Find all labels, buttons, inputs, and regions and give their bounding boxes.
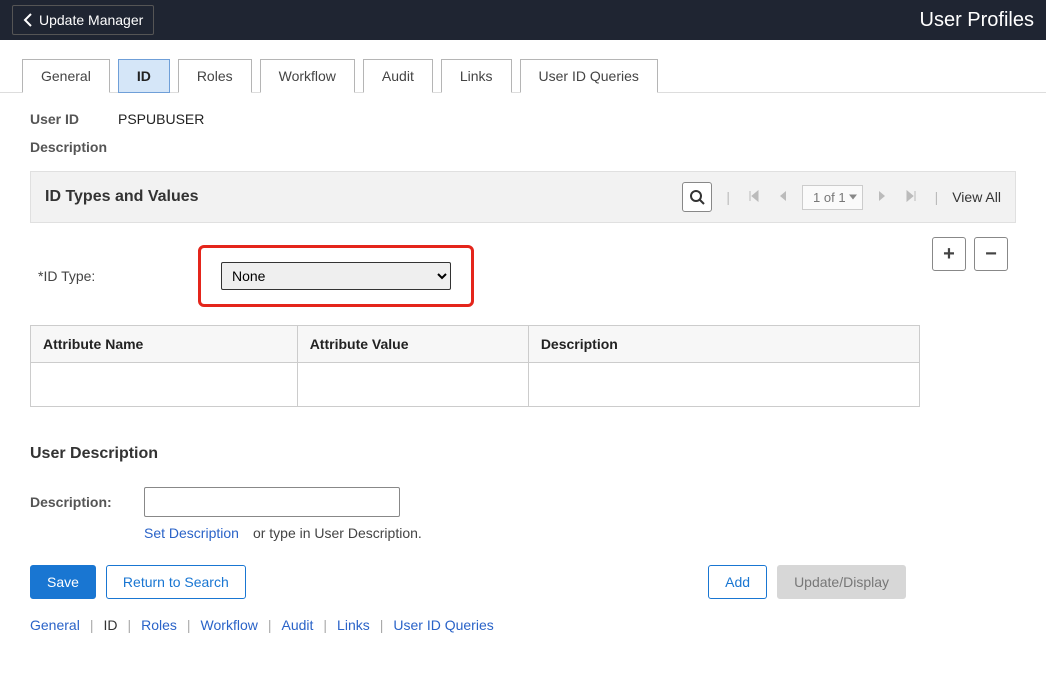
attribute-table: Attribute Name Attribute Value Descripti… (30, 325, 920, 407)
description-input[interactable] (144, 487, 400, 517)
content: User ID PSPUBUSER Description ID Types a… (0, 93, 1046, 651)
id-type-label: *ID Type: (38, 268, 198, 284)
description-helper: or type in User Description. (253, 525, 422, 541)
view-all-link[interactable]: View All (952, 189, 1001, 205)
prev-page-icon[interactable] (774, 189, 792, 205)
remove-row-button[interactable]: − (974, 237, 1008, 271)
tab-roles[interactable]: Roles (178, 59, 252, 93)
cell-attribute-value (297, 363, 528, 407)
button-row-left: Save Return to Search (30, 565, 246, 599)
highlight-box: None (198, 245, 474, 307)
separator: | (264, 617, 276, 633)
add-remove-controls: + − (932, 237, 1008, 271)
user-id-label: User ID (30, 111, 110, 127)
first-page-icon[interactable] (744, 189, 764, 205)
bottom-link-id: ID (103, 617, 117, 633)
description-input-label: Description: (30, 494, 130, 510)
tab-audit[interactable]: Audit (363, 59, 433, 93)
save-button[interactable]: Save (30, 565, 96, 599)
separator: | (123, 617, 135, 633)
chevron-left-icon (23, 13, 33, 27)
col-attribute-name: Attribute Name (31, 326, 298, 363)
id-type-row: *ID Type: None + − (30, 227, 1016, 317)
add-button[interactable]: Add (708, 565, 767, 599)
bottom-link-general[interactable]: General (30, 617, 80, 633)
separator: | (183, 617, 195, 633)
tabs: General ID Roles Workflow Audit Links Us… (0, 40, 1046, 93)
last-page-icon[interactable] (901, 189, 921, 205)
search-icon (689, 189, 705, 205)
divider: | (722, 189, 734, 205)
separator: | (86, 617, 98, 633)
tab-workflow[interactable]: Workflow (260, 59, 355, 93)
back-button[interactable]: Update Manager (12, 5, 154, 35)
bottom-link-links[interactable]: Links (337, 617, 370, 633)
bottom-nav: General | ID | Roles | Workflow | Audit … (30, 617, 1016, 633)
table-header-row: Attribute Name Attribute Value Descripti… (31, 326, 920, 363)
top-bar: Update Manager User Profiles (0, 0, 1046, 40)
col-attribute-value: Attribute Value (297, 326, 528, 363)
description-label: Description (30, 139, 1016, 155)
cell-description (528, 363, 919, 407)
bottom-link-roles[interactable]: Roles (141, 617, 177, 633)
user-description-title: User Description (30, 445, 1016, 463)
user-id-value: PSPUBUSER (110, 111, 204, 127)
next-page-icon[interactable] (873, 189, 891, 205)
return-to-search-button[interactable]: Return to Search (106, 565, 246, 599)
tab-links[interactable]: Links (441, 59, 512, 93)
page-indicator[interactable]: 1 of 1 (802, 185, 863, 210)
separator: | (376, 617, 388, 633)
page-title: User Profiles (920, 9, 1034, 32)
button-row-right: Add Update/Display (708, 565, 906, 599)
description-row: Description: (30, 487, 1016, 517)
user-id-row: User ID PSPUBUSER (30, 111, 1016, 127)
back-label: Update Manager (39, 12, 143, 28)
tab-user-id-queries[interactable]: User ID Queries (520, 59, 658, 93)
set-description-link[interactable]: Set Description (144, 525, 239, 541)
cell-attribute-name (31, 363, 298, 407)
divider: | (931, 189, 943, 205)
section-header: ID Types and Values | 1 of 1 | View All (30, 171, 1016, 223)
tab-id[interactable]: ID (118, 59, 170, 93)
add-row-button[interactable]: + (932, 237, 966, 271)
separator: | (319, 617, 331, 633)
update-display-button: Update/Display (777, 565, 906, 599)
bottom-link-user-id-queries[interactable]: User ID Queries (393, 617, 493, 633)
col-description: Description (528, 326, 919, 363)
section-title: ID Types and Values (45, 188, 199, 206)
tab-general[interactable]: General (22, 59, 110, 93)
search-button[interactable] (682, 182, 712, 212)
bottom-link-audit[interactable]: Audit (281, 617, 313, 633)
description-sub-row: Set Description or type in User Descript… (144, 525, 1016, 541)
table-row (31, 363, 920, 407)
button-row: Save Return to Search Add Update/Display (30, 565, 1016, 599)
bottom-link-workflow[interactable]: Workflow (201, 617, 258, 633)
id-type-select[interactable]: None (221, 262, 451, 290)
section-controls: | 1 of 1 | View All (682, 182, 1001, 212)
